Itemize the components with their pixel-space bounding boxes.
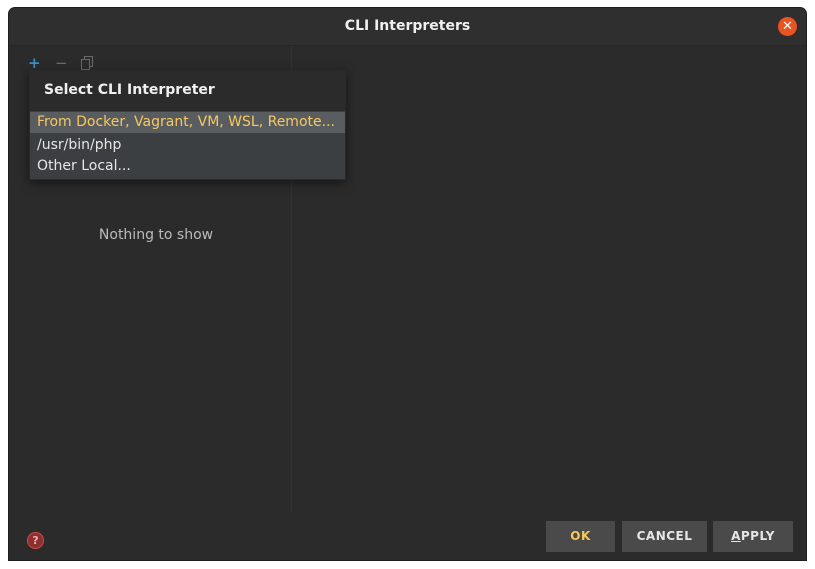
interpreter-details-panel	[292, 46, 806, 512]
apply-button[interactable]: APPLY	[713, 521, 793, 552]
add-icon[interactable]: +	[28, 56, 41, 71]
popup-title: Select CLI Interpreter	[44, 82, 215, 98]
popup-item-docker-vagrant-vm-wsl-remote[interactable]: From Docker, Vagrant, VM, WSL, Remote...	[30, 112, 345, 133]
select-interpreter-popup: Select CLI Interpreter From Docker, Vagr…	[29, 70, 346, 180]
apply-mnemonic: A	[731, 529, 741, 543]
popup-item-other-local[interactable]: Other Local...	[30, 156, 345, 177]
cancel-button[interactable]: CANCEL	[622, 521, 707, 552]
close-icon: ✕	[782, 19, 793, 34]
empty-list-text: Nothing to show	[98, 227, 214, 243]
help-icon[interactable]: ?	[27, 532, 44, 549]
title-bar: CLI Interpreters ✕	[9, 8, 806, 46]
close-button[interactable]: ✕	[778, 17, 797, 36]
dialog-footer: ? OK CANCEL APPLY	[9, 513, 806, 560]
remove-icon[interactable]: −	[55, 56, 68, 71]
apply-label-rest: PPLY	[740, 529, 775, 543]
ok-button[interactable]: OK	[546, 521, 615, 552]
dialog-title: CLI Interpreters	[344, 18, 471, 34]
popup-item-usr-bin-php[interactable]: /usr/bin/php	[30, 135, 345, 156]
popup-header: Select CLI Interpreter	[30, 71, 345, 111]
